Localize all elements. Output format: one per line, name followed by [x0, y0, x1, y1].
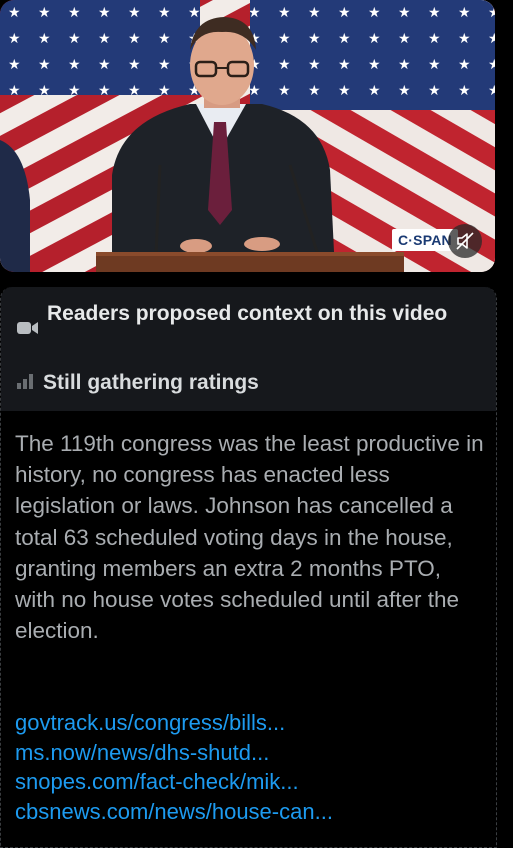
source-links: govtrack.us/congress/bills... ms.now/new… [15, 708, 485, 826]
status-text: Still gathering ratings [43, 371, 259, 394]
community-note-card: Readers proposed context on this video S… [0, 287, 497, 848]
source-link-snopes[interactable]: snopes.com/fact-check/mik... [15, 767, 485, 797]
speaker-muted-icon[interactable] [448, 224, 482, 258]
source-link-govtrack[interactable]: govtrack.us/congress/bills... [15, 708, 485, 738]
source-link-cbsnews[interactable]: cbsnews.com/news/house-can... [15, 797, 485, 827]
source-link-msnow[interactable]: ms.now/news/dhs-shutd... [15, 738, 485, 768]
video-camera-icon [17, 320, 39, 341]
note-body-text: The 119th congress was the least product… [15, 431, 484, 644]
note-header: Readers proposed context on this video S… [1, 287, 496, 411]
signal-bars-icon [17, 371, 35, 395]
video-player[interactable]: ★ [0, 0, 495, 272]
note-title: Readers proposed context on this video [47, 302, 448, 325]
rating-status: Still gathering ratings [17, 371, 259, 395]
